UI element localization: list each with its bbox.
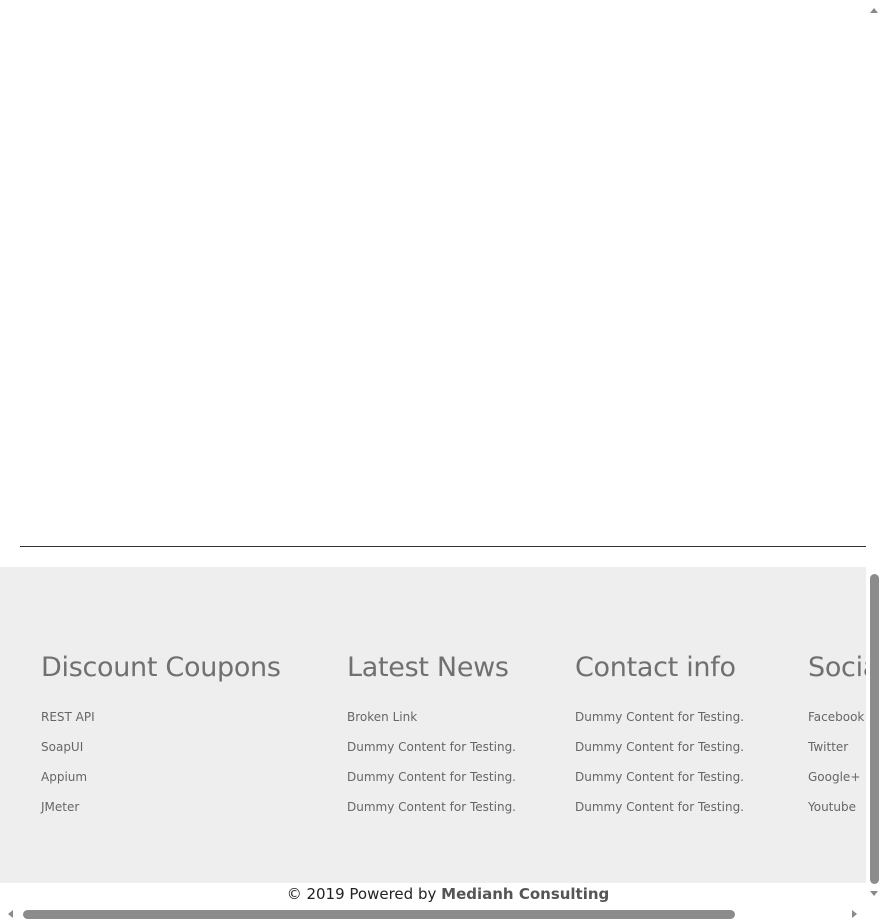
footer-link-dummy-content[interactable]: Dummy Content for Testing. [347,762,516,792]
footer-column-discount-coupons: Discount Coupons REST API SoapUI Appium … [41,651,281,822]
footer-link-list: Dummy Content for Testing. Dummy Content… [575,702,744,822]
content-divider [20,546,866,547]
footer-column-title: Social Media [808,652,866,683]
footer-link-dummy-content[interactable]: Dummy Content for Testing. [575,792,744,822]
footer-link-broken-link[interactable]: Broken Link [347,702,516,732]
footer-link-dummy-content[interactable]: Dummy Content for Testing. [575,732,744,762]
footer-column-title: Discount Coupons [41,652,281,683]
footer-column-title: Contact info [575,652,736,683]
footer-link-dummy-content[interactable]: Dummy Content for Testing. [347,732,516,762]
footer-link-rest-api[interactable]: REST API [41,702,281,732]
footer-link-list: REST API SoapUI Appium JMeter [41,702,281,822]
footer-link-dummy-content[interactable]: Dummy Content for Testing. [575,762,744,792]
footer-link-appium[interactable]: Appium [41,762,281,792]
vertical-scrollbar[interactable] [866,0,882,906]
vertical-scrollbar-thumb[interactable] [870,574,879,884]
scroll-up-arrow-icon[interactable] [870,8,878,13]
footer-column-social-media: Social Media Facebook Twitter Google+ Yo… [808,651,866,822]
footer-link-list: Facebook Twitter Google+ Youtube [808,702,866,822]
footer-link-soapui[interactable]: SoapUI [41,732,281,762]
horizontal-scrollbar[interactable] [0,906,866,922]
page-viewport: Discount Coupons REST API SoapUI Appium … [0,0,866,906]
footer: Discount Coupons REST API SoapUI Appium … [0,567,866,883]
horizontal-scrollbar-thumb[interactable] [23,910,735,919]
footer-column-latest-news: Latest News Broken Link Dummy Content fo… [347,651,516,822]
footer-link-facebook[interactable]: Facebook [808,702,866,732]
copyright-text: © 2019 Powered by [286,885,437,903]
footer-link-list: Broken Link Dummy Content for Testing. D… [347,702,516,822]
footer-link-dummy-content[interactable]: Dummy Content for Testing. [575,702,744,732]
copyright-brand-link[interactable]: Medianh Consulting [441,885,609,903]
footer-link-youtube[interactable]: Youtube [808,792,866,822]
footer-column-title: Latest News [347,652,509,683]
scrollbar-corner [866,906,882,922]
footer-link-twitter[interactable]: Twitter [808,732,866,762]
footer-link-google-plus[interactable]: Google+ [808,762,866,792]
footer-link-dummy-content[interactable]: Dummy Content for Testing. [347,792,516,822]
scroll-left-arrow-icon[interactable] [8,910,13,918]
copyright-bar: © 2019 Powered by Medianh Consulting [0,883,866,906]
scroll-right-arrow-icon[interactable] [852,910,857,918]
footer-column-contact-info: Contact info Dummy Content for Testing. … [575,651,744,822]
footer-link-jmeter[interactable]: JMeter [41,792,281,822]
scroll-down-arrow-icon[interactable] [870,891,878,896]
